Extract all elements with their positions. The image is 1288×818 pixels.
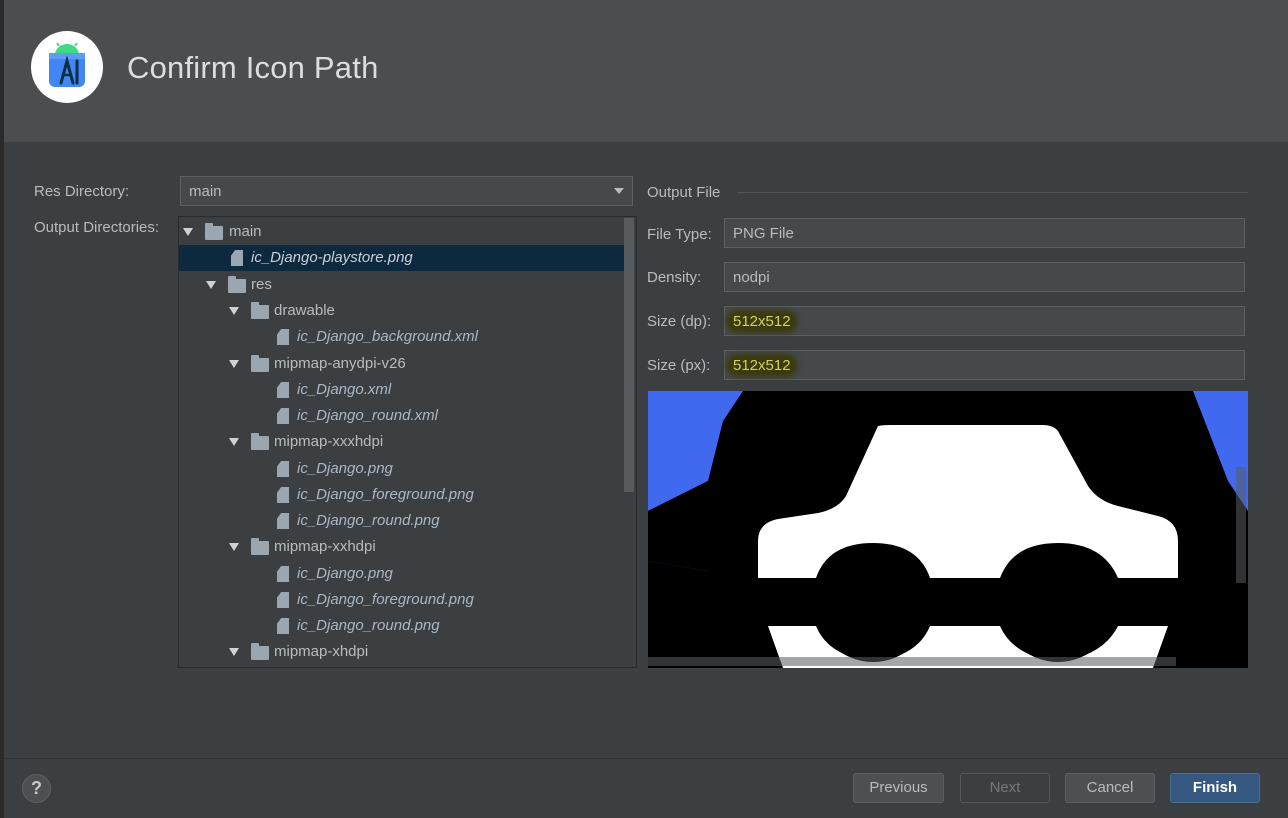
cancel-button[interactable]: Cancel	[1065, 773, 1155, 803]
output-file-section-label: Output File	[647, 184, 721, 201]
output-directories-label: Output Directories:	[34, 219, 160, 236]
preview-vertical-scrollbar[interactable]	[1236, 467, 1246, 583]
expand-arrow-icon[interactable]	[206, 281, 216, 289]
folder-icon	[251, 643, 269, 660]
tree-item-label: ic_Django_round.png	[297, 512, 440, 529]
file-icon	[277, 382, 289, 398]
file-icon	[277, 513, 289, 529]
density-value: nodpi	[733, 269, 770, 286]
tree-item-label: ic_Django.png	[297, 565, 393, 582]
size-px-value: 512x512	[729, 357, 795, 374]
tree-scrollbar[interactable]	[624, 218, 634, 492]
expand-arrow-icon[interactable]	[183, 228, 193, 236]
file-icon	[277, 408, 289, 424]
expand-arrow-icon[interactable]	[229, 360, 239, 368]
tree-item-label: mipmap-xxxhdpi	[274, 433, 384, 450]
density-label: Density:	[647, 269, 702, 286]
tree-item-label: ic_Django_round.xml	[297, 407, 438, 424]
tree-item-file[interactable]: ic_Django_background.xml	[179, 324, 624, 350]
tree-item-label: ic_Django_foreground.png	[297, 486, 474, 503]
folder-icon	[251, 433, 269, 450]
tree-item-label: res	[251, 276, 272, 293]
size-dp-label: Size (dp):	[647, 313, 712, 330]
tree-item-mipmap-anydpi-v26[interactable]: mipmap-anydpi-v26	[179, 351, 624, 377]
tree-item-file[interactable]: ic_Django_round.png	[179, 613, 624, 639]
tree-item-label: ic_Django.png	[297, 460, 393, 477]
tree-item-label: mipmap-xxhdpi	[274, 538, 376, 555]
expand-arrow-icon[interactable]	[229, 543, 239, 551]
car-icon	[648, 391, 1248, 668]
expand-arrow-icon[interactable]	[229, 648, 239, 656]
folder-icon	[251, 355, 269, 372]
next-button[interactable]: Next	[960, 773, 1050, 803]
tree-item-label: ic_Django_background.xml	[297, 328, 478, 345]
res-directory-dropdown[interactable]: main	[180, 176, 633, 206]
icon-preview	[648, 391, 1248, 668]
res-directory-value: main	[189, 183, 222, 200]
expand-arrow-icon[interactable]	[229, 438, 239, 446]
folder-icon	[251, 538, 269, 555]
size-dp-value: 512x512	[729, 313, 795, 330]
output-directories-tree[interactable]: main ic_Django-playstore.png res drawabl…	[178, 216, 637, 668]
tree-item-file[interactable]: ic_Django.png	[179, 561, 624, 587]
file-type-value: PNG File	[733, 225, 794, 242]
size-px-label: Size (px):	[647, 357, 711, 374]
tree-item-file[interactable]: ic_Django.xml	[179, 377, 624, 403]
tree-item-label: ic_Django-playstore.png	[251, 249, 413, 266]
tree-item-label: drawable	[274, 302, 335, 319]
chevron-down-icon	[614, 188, 624, 194]
tree-item-playstore-file[interactable]: ic_Django-playstore.png	[179, 245, 624, 271]
density-field: nodpi	[724, 262, 1245, 292]
folder-icon	[251, 302, 269, 319]
tree-item-label: ic_Django_foreground.png	[297, 591, 474, 608]
file-icon	[277, 487, 289, 503]
tree-item-file[interactable]: ic_Django.png	[179, 456, 624, 482]
res-directory-label: Res Directory:	[34, 183, 130, 200]
file-icon	[277, 618, 289, 634]
tree-item-label: ic_Django_round.png	[297, 617, 440, 634]
tree-item-main[interactable]: main	[179, 219, 624, 245]
preview-horizontal-scrollbar[interactable]	[648, 657, 1176, 666]
file-type-field: PNG File	[724, 218, 1245, 248]
file-icon	[277, 461, 289, 477]
folder-icon	[205, 223, 223, 240]
size-px-field: 512x512	[724, 350, 1245, 380]
previous-button[interactable]: Previous	[853, 773, 944, 803]
tree-item-file[interactable]: ic_Django_foreground.png	[179, 482, 624, 508]
tree-item-file[interactable]: ic_Django_round.xml	[179, 403, 624, 429]
file-icon	[277, 329, 289, 345]
tree-item-label: main	[229, 223, 262, 240]
tree-item-mipmap-xhdpi[interactable]: mipmap-xhdpi	[179, 639, 624, 665]
file-icon	[277, 566, 289, 582]
help-button[interactable]: ?	[22, 774, 51, 803]
file-type-label: File Type:	[647, 226, 712, 243]
size-dp-field: 512x512	[724, 306, 1245, 336]
android-studio-logo-icon	[31, 31, 103, 103]
file-icon	[231, 250, 243, 266]
tree-item-mipmap-xxxhdpi[interactable]: mipmap-xxxhdpi	[179, 429, 624, 455]
dialog-title: Confirm Icon Path	[127, 50, 379, 85]
tree-item-mipmap-xxhdpi[interactable]: mipmap-xxhdpi	[179, 534, 624, 560]
tree-item-drawable[interactable]: drawable	[179, 298, 624, 324]
tree-item-label: mipmap-xhdpi	[274, 643, 369, 660]
file-icon	[277, 592, 289, 608]
tree-item-label: ic_Django.xml	[297, 381, 392, 398]
tree-item-file[interactable]: ic_Django_round.png	[179, 508, 624, 534]
finish-button[interactable]: Finish	[1170, 773, 1260, 803]
tree-item-label: mipmap-anydpi-v26	[274, 355, 406, 372]
section-divider	[737, 192, 1248, 193]
expand-arrow-icon[interactable]	[229, 307, 239, 315]
tree-item-file[interactable]: ic_Django_foreground.png	[179, 587, 624, 613]
tree-item-res[interactable]: res	[179, 272, 624, 298]
folder-icon	[228, 276, 246, 293]
